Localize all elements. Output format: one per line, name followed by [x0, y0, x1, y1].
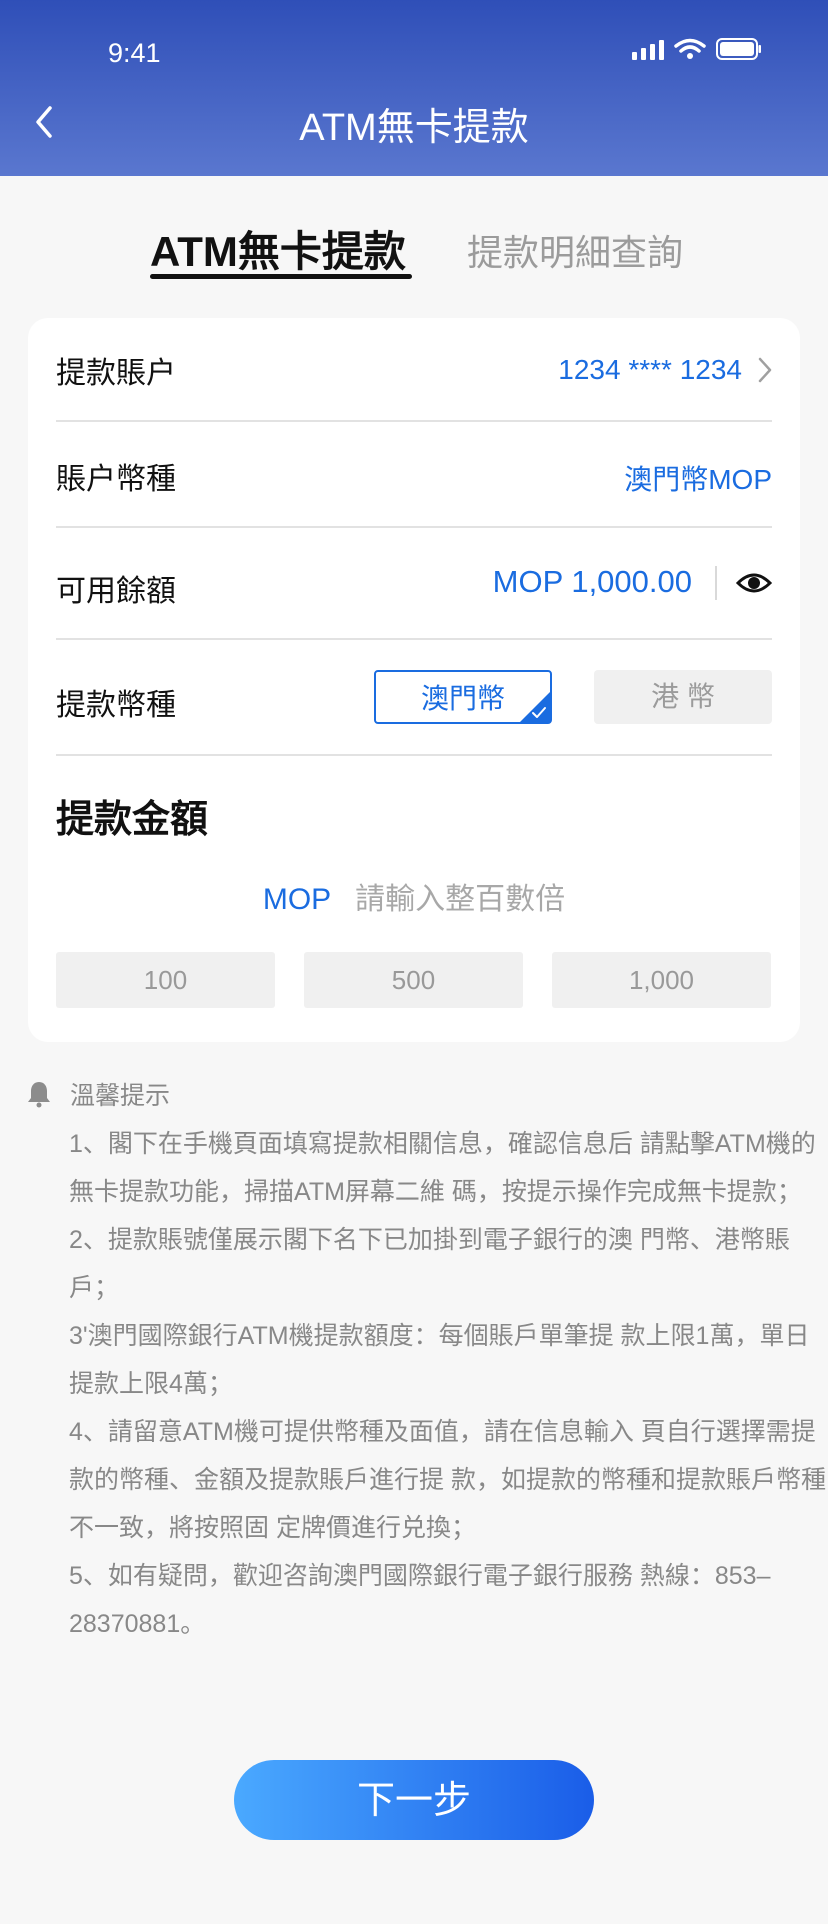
notice-header: 溫馨提示 — [26, 1076, 170, 1112]
withdraw-currency-row: 提款幣種 澳門幣 港 幣 — [56, 640, 772, 756]
quick-amount-100[interactable]: 100 — [56, 952, 275, 1008]
notice-title: 溫馨提示 — [70, 1082, 171, 1110]
notice-body: 1、閣下在手機頁面填寫提款相關信息，確認信息后 請點擊ATM機的無卡提款功能，掃… — [69, 1120, 827, 1648]
eye-icon[interactable] — [736, 570, 772, 596]
tab-withdrawal-details[interactable]: 提款明細查詢 — [467, 224, 683, 276]
account-value: 1234 **** 1234 — [558, 354, 742, 385]
amount-title: 提款金額 — [56, 799, 209, 841]
amount-currency: MOP — [262, 883, 332, 916]
available-balance-row: 可用餘額 MOP 1,000.00 — [56, 528, 772, 640]
app-header: 9:41 ATM無卡提款 — [0, 0, 828, 176]
notice-line: 2、提款賬號僅展示閣下名下已加掛到電子銀行的澳 門幣、港幣賬戶； — [69, 1226, 790, 1302]
notice-line: 3'澳門國際銀行ATM機提款額度：每個賬戶單筆提 款上限1萬，單日提款上限4萬； — [69, 1322, 810, 1398]
tab-bar: ATM無卡提款 提款明細查詢 — [0, 210, 828, 290]
withdraw-currency-label: 提款幣種 — [56, 689, 176, 722]
currency-option-mop[interactable]: 澳門幣 — [374, 670, 552, 724]
battery-icon — [716, 38, 761, 60]
currency-option-hkd[interactable]: 港 幣 — [594, 670, 772, 724]
wifi-icon — [674, 38, 706, 59]
quick-amount-1000[interactable]: 1,000 — [552, 952, 771, 1008]
chevron-right-icon — [758, 357, 772, 383]
available-balance-value: MOP 1,000.00 — [492, 564, 692, 599]
account-label: 提款賬户 — [56, 357, 176, 390]
bell-icon — [28, 1082, 50, 1108]
page-title: ATM無卡提款 — [299, 107, 529, 149]
quick-amount-500[interactable]: 500 — [304, 952, 523, 1008]
account-currency-value: 澳門幣MOP — [624, 464, 772, 495]
account-currency-row: 賬户幣種 澳門幣MOP — [56, 422, 772, 528]
active-tab-indicator — [150, 274, 412, 279]
notice-line: 1、閣下在手機頁面填寫提款相關信息，確認信息后 請點擊ATM機的無卡提款功能，掃… — [69, 1130, 816, 1206]
account-row[interactable]: 提款賬户 1234 **** 1234 — [56, 318, 772, 422]
amount-placeholder: 請輸入整百數倍 — [355, 883, 566, 916]
amount-input[interactable]: MOP 請輸入整百數倍 — [28, 874, 800, 918]
account-currency-label: 賬户幣種 — [56, 463, 176, 496]
withdrawal-form-card: 提款賬户 1234 **** 1234 賬户幣種 澳門幣MOP 可用餘額 MOP… — [28, 318, 800, 1042]
balance-divider — [715, 566, 717, 600]
next-step-button[interactable]: 下一步 — [234, 1760, 594, 1840]
notice-line: 5、如有疑問，歡迎咨詢澳門國際銀行電子銀行服務 熱線：853–28370881。 — [69, 1562, 771, 1638]
status-icons — [632, 38, 762, 60]
status-time: 9:41 — [108, 38, 161, 68]
selected-check-icon — [520, 692, 550, 722]
currency-option-label: 澳門幣 — [420, 683, 505, 714]
notice-line: 4、請留意ATM機可提供幣種及面值，請在信息輸入 頁自行選擇需提款的幣種、金額及… — [69, 1418, 826, 1542]
available-balance-label: 可用餘額 — [56, 575, 176, 608]
tab-atm-withdrawal[interactable]: ATM無卡提款 — [150, 218, 406, 279]
cellular-signal-icon — [632, 38, 664, 60]
